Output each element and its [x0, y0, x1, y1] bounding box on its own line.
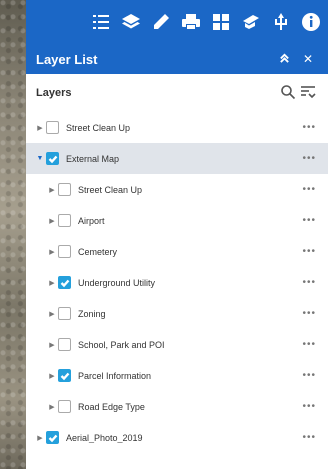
- caret-right-icon[interactable]: ▶: [48, 217, 56, 225]
- more-options-icon[interactable]: •••: [302, 277, 316, 288]
- share-icon: [275, 13, 287, 30]
- legend-button[interactable]: [88, 6, 114, 38]
- layer-list-button[interactable]: [118, 6, 144, 38]
- more-options-icon[interactable]: •••: [302, 153, 316, 164]
- layer-visibility-checkbox[interactable]: [46, 152, 59, 165]
- caret-right-icon[interactable]: ▶: [48, 372, 56, 380]
- layers-heading: Layers: [36, 87, 72, 99]
- layer-name: Aerial_Photo_2019: [66, 432, 143, 443]
- layer-row[interactable]: ▶ Airport •••: [26, 205, 328, 236]
- layer-list-panel: Layer List ✕ Layers ▶ Street Clean Up ••• ▼…: [26, 44, 328, 469]
- draw-button[interactable]: [148, 6, 174, 38]
- caret-right-icon[interactable]: ▶: [48, 403, 56, 411]
- layer-row[interactable]: ▶ Street Clean Up •••: [26, 174, 328, 205]
- map-view[interactable]: [0, 0, 26, 469]
- layer-visibility-checkbox[interactable]: [58, 400, 71, 413]
- panel-header: Layer List ✕: [26, 44, 328, 74]
- layer-visibility-checkbox[interactable]: [58, 369, 71, 382]
- layer-name: School, Park and POI: [78, 339, 165, 350]
- layers-header: Layers: [26, 74, 328, 112]
- caret-right-icon[interactable]: ▶: [48, 248, 56, 256]
- caret-down-icon[interactable]: ▼: [36, 155, 44, 162]
- layer-visibility-checkbox[interactable]: [58, 338, 71, 351]
- print-button[interactable]: [178, 6, 204, 38]
- more-options-icon[interactable]: •••: [302, 339, 316, 350]
- layer-row[interactable]: ▶ Zoning •••: [26, 298, 328, 329]
- search-icon: [281, 85, 296, 100]
- caret-right-icon[interactable]: ▶: [36, 434, 44, 442]
- checkmark-icon: [48, 434, 57, 442]
- layer-row[interactable]: ▶ Underground Utility •••: [26, 267, 328, 298]
- layer-name: External Map: [66, 153, 120, 164]
- layer-name: Zoning: [78, 308, 106, 319]
- caret-right-icon[interactable]: ▶: [48, 186, 56, 194]
- caret-right-icon[interactable]: ▶: [48, 279, 56, 287]
- bookmark-icon: [243, 15, 259, 29]
- layer-row[interactable]: ▶ Street Clean Up •••: [26, 112, 328, 143]
- layer-name: Underground Utility: [78, 277, 156, 288]
- grid-icon: [213, 14, 229, 30]
- more-options-icon[interactable]: •••: [302, 432, 316, 443]
- layer-list: ▶ Street Clean Up ••• ▼ External Map ••• ▶ Stre…: [26, 112, 328, 453]
- layer-row[interactable]: ▶ Cemetery •••: [26, 236, 328, 267]
- filter-list-icon: [301, 86, 316, 99]
- pencil-icon: [154, 14, 169, 29]
- share-button[interactable]: [268, 6, 294, 38]
- layer-row[interactable]: ▶ Road Edge Type •••: [26, 391, 328, 422]
- bookmark-button[interactable]: [238, 6, 264, 38]
- list-icon: [93, 15, 109, 29]
- widget-toolbar: [26, 0, 328, 44]
- layer-row[interactable]: ▼ External Map •••: [26, 143, 328, 174]
- layer-row[interactable]: ▶ Aerial_Photo_2019 •••: [26, 422, 328, 453]
- layer-name: Parcel Information: [78, 370, 152, 381]
- layer-row[interactable]: ▶ School, Park and POI •••: [26, 329, 328, 360]
- more-options-icon[interactable]: •••: [302, 122, 316, 133]
- layers-icon: [122, 14, 140, 29]
- print-icon: [182, 14, 200, 30]
- caret-right-icon[interactable]: ▶: [48, 341, 56, 349]
- more-options-icon[interactable]: •••: [302, 184, 316, 195]
- search-button[interactable]: [280, 84, 298, 102]
- layer-visibility-checkbox[interactable]: [46, 431, 59, 444]
- layer-name: Road Edge Type: [78, 401, 145, 412]
- layer-name: Street Clean Up: [78, 184, 143, 195]
- panel-title: Layer List: [36, 51, 98, 67]
- app-frame: Layer List ✕ Layers ▶ Street Clean Up ••• ▼…: [0, 0, 328, 469]
- checkmark-icon: [60, 372, 69, 380]
- more-options-icon[interactable]: •••: [302, 246, 316, 257]
- layer-visibility-checkbox[interactable]: [58, 307, 71, 320]
- layer-row[interactable]: ▶ Parcel Information •••: [26, 360, 328, 391]
- checkmark-icon: [60, 279, 69, 287]
- about-button[interactable]: [298, 6, 324, 38]
- layer-visibility-checkbox[interactable]: [58, 183, 71, 196]
- chevron-up-icon: [279, 53, 289, 63]
- collapse-button[interactable]: [272, 52, 296, 66]
- layer-visibility-checkbox[interactable]: [58, 245, 71, 258]
- layer-name: Street Clean Up: [66, 122, 131, 133]
- close-icon: ✕: [302, 52, 314, 66]
- checkmark-icon: [48, 155, 57, 163]
- close-button[interactable]: ✕: [296, 52, 320, 66]
- layer-visibility-checkbox[interactable]: [58, 214, 71, 227]
- layer-name: Cemetery: [78, 246, 118, 257]
- more-options-icon[interactable]: •••: [302, 215, 316, 226]
- layer-options-button[interactable]: [300, 84, 318, 102]
- caret-right-icon[interactable]: ▶: [36, 124, 44, 132]
- basemap-gallery-button[interactable]: [208, 6, 234, 38]
- more-options-icon[interactable]: •••: [302, 370, 316, 381]
- more-options-icon[interactable]: •••: [302, 401, 316, 412]
- info-icon: [302, 13, 320, 31]
- layer-visibility-checkbox[interactable]: [58, 276, 71, 289]
- caret-right-icon[interactable]: ▶: [48, 310, 56, 318]
- layer-name: Airport: [78, 215, 105, 226]
- more-options-icon[interactable]: •••: [302, 308, 316, 319]
- layer-visibility-checkbox[interactable]: [46, 121, 59, 134]
